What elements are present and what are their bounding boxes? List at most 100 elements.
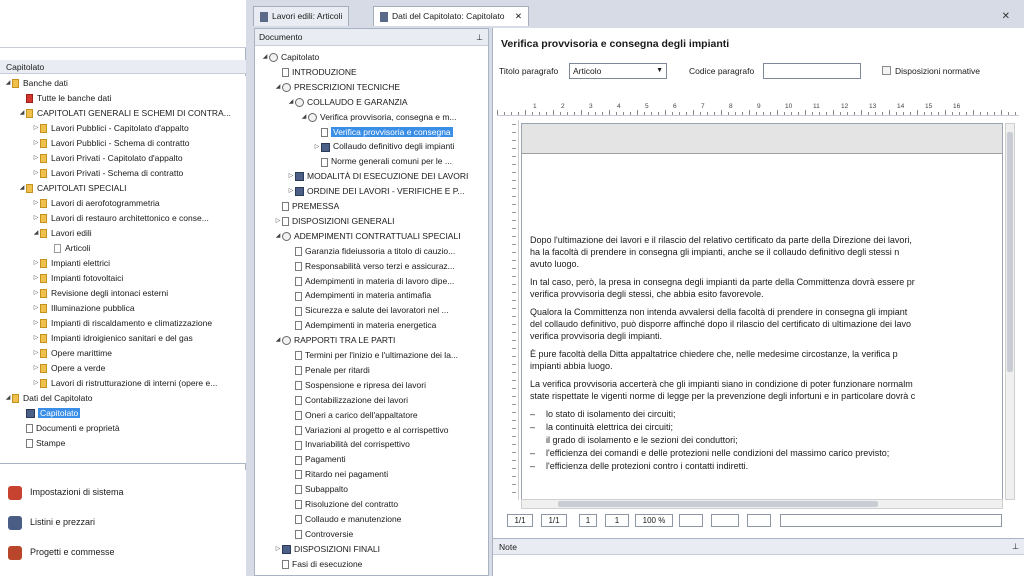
tree-item[interactable]: ▷ Lavori di aerofotogrammetria: [32, 196, 160, 211]
tree-item[interactable]: ◢ Banche dati: [4, 76, 68, 91]
tree-item[interactable]: ◢ Lavori edili: [32, 226, 92, 241]
collapsed-arrow-icon[interactable]: ▷: [32, 286, 40, 301]
paragraph-body[interactable]: Dopo l'ultimazione dei lavori e il rilas…: [530, 234, 1002, 473]
tree-item[interactable]: ▷ Lavori Pubblici - Schema di contratto: [32, 136, 189, 151]
tree-item[interactable]: ▷ Impianti fotovoltaici: [32, 271, 123, 286]
vertical-scroll-thumb[interactable]: [1007, 132, 1013, 372]
document-tree-item[interactable]: Garanzia fideiussoria a titolo di cauzio…: [287, 244, 455, 259]
document-tree-item[interactable]: Invariabilità del corrispettivo: [287, 437, 410, 452]
collapsed-arrow-icon[interactable]: ▷: [32, 151, 40, 166]
document-tree-item[interactable]: Penale per ritardi: [287, 363, 370, 378]
document-tree-item[interactable]: INTRODUZIONE: [274, 65, 357, 80]
pin-icon[interactable]: ⊥: [476, 29, 483, 46]
document-tree-item[interactable]: ◢ Capitolato: [261, 50, 319, 65]
collapsed-arrow-icon[interactable]: ▷: [32, 256, 40, 271]
tree-item[interactable]: ▷ Lavori di restauro architettonico e con…: [32, 211, 209, 226]
tree-item[interactable]: ▷ Impianti idroigienico sanitari e del ga…: [32, 331, 193, 346]
document-tree-item[interactable]: ◢ RAPPORTI TRA LE PARTI: [274, 333, 395, 348]
document-tree-item[interactable]: Adempimenti in materia antimafia: [287, 288, 431, 303]
document-tree-item[interactable]: Adempimenti in materia di lavoro dipe...: [287, 274, 454, 289]
tree-item[interactable]: Capitolato: [18, 406, 81, 421]
document-tree-item[interactable]: Sospensione e ripresa dei lavori: [287, 378, 426, 393]
tree-item[interactable]: ◢ Dati del Capitolato: [4, 391, 92, 406]
document-page[interactable]: Dopo l'ultimazione dei lavori e il rilas…: [521, 123, 1003, 500]
collapsed-arrow-icon[interactable]: ▷: [313, 140, 321, 155]
document-tree-item[interactable]: Pagamenti: [287, 452, 346, 467]
horizontal-scroll-thumb[interactable]: [558, 501, 878, 507]
collapsed-arrow-icon[interactable]: ▷: [32, 196, 40, 211]
document-tree-item[interactable]: ◢ COLLAUDO E GARANZIA: [287, 95, 408, 110]
document-tree-item[interactable]: Variazioni al progetto e al corrispettiv…: [287, 423, 448, 438]
expanded-arrow-icon[interactable]: ◢: [32, 226, 40, 241]
vertical-scrollbar[interactable]: [1005, 123, 1015, 500]
disposizioni-normative-checkbox[interactable]: [882, 66, 891, 75]
collapsed-arrow-icon[interactable]: ▷: [32, 376, 40, 391]
expanded-arrow-icon[interactable]: ◢: [274, 229, 282, 244]
tree-item[interactable]: ▷ Revisione degli intonaci esterni: [32, 286, 168, 301]
collapsed-arrow-icon[interactable]: ▷: [32, 271, 40, 286]
tree-item[interactable]: Tutte le banche dati: [18, 91, 111, 106]
tree-item[interactable]: ▷ Lavori Pubblici - Capitolato d'appalto: [32, 121, 189, 136]
expanded-arrow-icon[interactable]: ◢: [274, 80, 282, 95]
collapsed-arrow-icon[interactable]: ▷: [32, 136, 40, 151]
tree-item[interactable]: ▷ Opere marittime: [32, 346, 112, 361]
expanded-arrow-icon[interactable]: ◢: [4, 391, 12, 406]
expanded-arrow-icon[interactable]: ◢: [274, 333, 282, 348]
nav-item[interactable]: Listini e prezzari: [8, 512, 95, 532]
tree-item[interactable]: ▷ Impianti di riscaldamento e climatizzaz…: [32, 316, 212, 331]
tab-close-icon[interactable]: ✕: [515, 11, 522, 21]
document-tree-item[interactable]: Controversie: [287, 527, 353, 542]
document-tree-item[interactable]: Risoluzione del contratto: [287, 497, 398, 512]
document-tree-item[interactable]: Norme generali comuni per le ...: [313, 154, 452, 169]
status-zoom[interactable]: 100 %: [635, 514, 673, 527]
expanded-arrow-icon[interactable]: ◢: [261, 50, 269, 65]
document-tree-item[interactable]: Fasi di esecuzione: [274, 557, 362, 572]
collapsed-arrow-icon[interactable]: ▷: [287, 169, 295, 184]
document-tree-item[interactable]: Contabilizzazione dei lavori: [287, 393, 408, 408]
collapsed-arrow-icon[interactable]: ▷: [32, 166, 40, 181]
document-tree-item[interactable]: Sicurezza e salute dei lavoratori nel ..…: [287, 303, 449, 318]
document-tree-item[interactable]: Termini per l'inizio e l'ultimazione dei…: [287, 348, 458, 363]
document-tree-item[interactable]: Verifica provvisoria e consegna: [313, 125, 453, 140]
document-tree-item[interactable]: ◢ Verifica provvisoria, consegna e m...: [300, 110, 457, 125]
expanded-arrow-icon[interactable]: ◢: [287, 95, 295, 110]
collapsed-arrow-icon[interactable]: ▷: [287, 184, 295, 199]
tree-item[interactable]: ▷ Illuminazione pubblica: [32, 301, 135, 316]
expanded-arrow-icon[interactable]: ◢: [18, 181, 26, 196]
tree-item[interactable]: ▷ Lavori Privati - Capitolato d'appalto: [32, 151, 183, 166]
document-tree-item[interactable]: Responsabilità verso terzi e assicuraz..…: [287, 259, 455, 274]
nav-item[interactable]: Impostazioni di sistema: [8, 482, 124, 502]
expanded-arrow-icon[interactable]: ◢: [300, 110, 308, 125]
tree-item[interactable]: Articoli: [46, 241, 91, 256]
collapsed-arrow-icon[interactable]: ▷: [32, 121, 40, 136]
collapsed-arrow-icon[interactable]: ▷: [32, 301, 40, 316]
expanded-arrow-icon[interactable]: ◢: [4, 76, 12, 91]
collapsed-arrow-icon[interactable]: ▷: [274, 542, 282, 557]
tree-item[interactable]: Stampe: [18, 436, 65, 451]
document-tree-item[interactable]: ▷ MODALITÀ DI ESECUZIONE DEI LAVORI: [287, 169, 468, 184]
document-tree-item[interactable]: ▷ Collaudo definitivo degli impianti: [313, 139, 454, 154]
close-window-icon[interactable]: ✕: [1002, 11, 1010, 22]
document-tree-item[interactable]: ◢ ADEMPIMENTI CONTRATTUALI SPECIALI: [274, 229, 461, 244]
codice-paragrafo-input[interactable]: [763, 63, 861, 79]
collapsed-arrow-icon[interactable]: ▷: [32, 361, 40, 376]
document-tree-item[interactable]: ▷ DISPOSIZIONI GENERALI: [274, 214, 395, 229]
tree-item[interactable]: ▷ Lavori di ristrutturazione di interni (…: [32, 376, 217, 391]
collapsed-arrow-icon[interactable]: ▷: [32, 346, 40, 361]
document-tree-item[interactable]: PREMESSA: [274, 199, 339, 214]
document-tree-item[interactable]: Oneri a carico dell'appaltatore: [287, 408, 418, 423]
expanded-arrow-icon[interactable]: ◢: [18, 106, 26, 121]
tree-item[interactable]: ▷ Impianti elettrici: [32, 256, 110, 271]
nav-item[interactable]: Progetti e commesse: [8, 542, 115, 562]
tree-item[interactable]: ◢ CAPITOLATI GENERALI E SCHEMI DI CONTRA.…: [18, 106, 231, 121]
document-tree-item[interactable]: ◢ PRESCRIZIONI TECNICHE: [274, 80, 400, 95]
horizontal-scrollbar[interactable]: [521, 499, 1003, 509]
pin-icon[interactable]: ⊥: [1012, 539, 1019, 555]
document-tree-item[interactable]: Adempimenti in materia energetica: [287, 318, 436, 333]
collapsed-arrow-icon[interactable]: ▷: [32, 211, 40, 226]
document-tree-item[interactable]: Subappalto: [287, 482, 348, 497]
titolo-paragrafo-select[interactable]: Articolo ▼: [569, 63, 667, 79]
collapsed-arrow-icon[interactable]: ▷: [32, 331, 40, 346]
tree-item[interactable]: Documenti e proprietà: [18, 421, 120, 436]
collapsed-arrow-icon[interactable]: ▷: [274, 214, 282, 229]
